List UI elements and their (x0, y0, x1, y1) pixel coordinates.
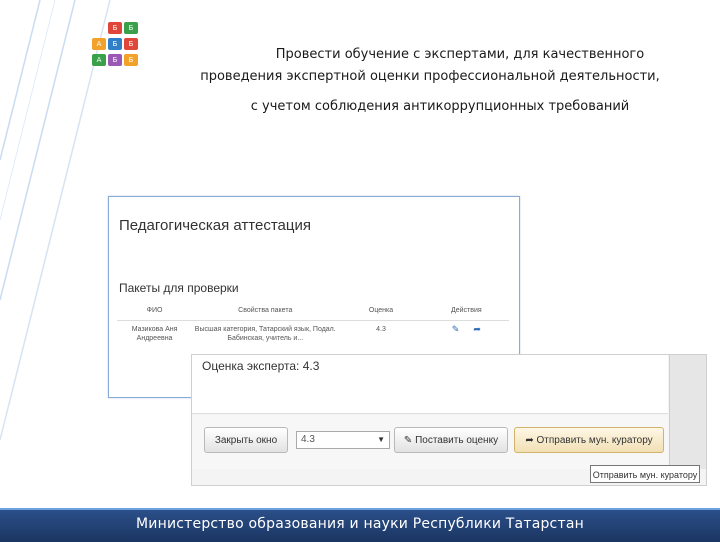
table-header-row: ФИО Свойства пакета Оценка Действия (117, 305, 509, 321)
logo-tile: Б (124, 54, 138, 66)
logo-tile: А (92, 38, 106, 50)
logo-tile: Б (108, 38, 122, 50)
heading-line-1: Провести обучение с экспертами, для каче… (275, 47, 645, 62)
set-score-label: Поставить оценку (415, 435, 499, 446)
section-title: Пакеты для проверки (119, 281, 239, 295)
modal-screenshot: Оценка эксперта: 4.3 Закрыть окно 4.3 ▼ … (191, 354, 707, 486)
send-to-curator-button[interactable]: ➦ Отправить мун. куратору (514, 427, 664, 453)
logo: Б Б А Б Б А Б Б (86, 20, 146, 80)
column-header-score: Оценка (338, 305, 424, 321)
close-window-button[interactable]: Закрыть окно (204, 427, 288, 453)
slide-heading: Провести обучение с экспертами, для каче… (150, 44, 710, 118)
modal-body: Оценка эксперта: 4.3 (192, 355, 668, 414)
set-score-button[interactable]: ✎ Поставить оценку (394, 427, 508, 453)
pencil-icon: ✎ (403, 435, 413, 446)
tooltip: Отправить мун. куратору (590, 465, 700, 483)
logo-tile: Б (108, 54, 122, 66)
score-select[interactable]: 4.3 ▼ (296, 431, 390, 449)
scrollbar[interactable] (669, 355, 706, 469)
heading-line-3: с учетом соблюдения антикоррупционных тр… (250, 99, 630, 114)
packages-table: ФИО Свойства пакета Оценка Действия Мази… (117, 305, 509, 347)
logo-tile: Б (124, 22, 138, 34)
heading-line-2: проведения экспертной оценки профессиона… (200, 69, 660, 84)
score-select-value: 4.3 (301, 434, 315, 445)
send-icon[interactable]: ➦ (473, 325, 481, 334)
logo-tile: А (92, 54, 106, 66)
column-header-actions: Действия (423, 305, 509, 321)
cell-actions: ✎ ➦ (424, 321, 509, 348)
send-label: Отправить мун. куратору (536, 435, 653, 446)
cell-fio: Мазикова Аня Андреевна (131, 326, 178, 342)
footer-text: Министерство образования и науки Республ… (136, 516, 584, 532)
cell-score: 4.3 (376, 326, 386, 333)
footer-bar: Министерство образования и науки Республ… (0, 508, 720, 542)
edit-icon[interactable]: ✎ (452, 325, 460, 334)
table-row[interactable]: Мазикова Аня Андреевна Высшая категория,… (117, 321, 509, 348)
logo-tile: Б (124, 38, 138, 50)
chevron-down-icon: ▼ (377, 435, 385, 444)
logo-tile: Б (108, 22, 122, 34)
share-icon: ➦ (525, 435, 534, 446)
column-header-properties: Свойства пакета (192, 305, 339, 321)
cell-properties: Высшая категория, Татарский язык, Подал.… (194, 326, 336, 342)
expert-score-label: Оценка эксперта: 4.3 (202, 359, 320, 373)
page-title: Педагогическая аттестация (119, 217, 311, 234)
column-header-fio: ФИО (117, 305, 193, 321)
